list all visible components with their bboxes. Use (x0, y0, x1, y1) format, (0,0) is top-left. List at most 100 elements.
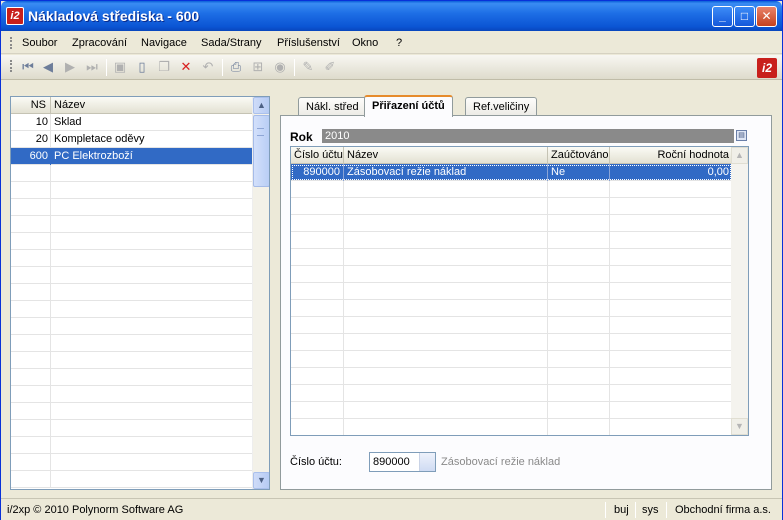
copy-icon[interactable]: ❐ (156, 59, 172, 75)
empty-row[interactable] (11, 165, 253, 182)
rok-field[interactable]: 2010 (322, 129, 734, 143)
tree-icon[interactable]: ⊞ (250, 59, 266, 75)
empty-row[interactable] (11, 199, 253, 216)
minimize-button[interactable]: _ (712, 6, 733, 27)
empty-cell (291, 351, 344, 368)
menu-help[interactable]: ? (396, 37, 402, 49)
column-header-nazev[interactable]: Název (344, 147, 548, 164)
menu-sada-strany[interactable]: Sada/Strany (201, 37, 262, 49)
column-header-ns[interactable]: NS (11, 97, 51, 114)
cost-center-list[interactable]: NS Název 10 Sklad 20 Kompletace oděvy 600 PC … (10, 96, 270, 490)
empty-row[interactable] (11, 454, 253, 471)
empty-row[interactable] (291, 419, 732, 435)
empty-row[interactable] (291, 215, 732, 232)
rok-picker-icon[interactable]: ▤ (736, 130, 747, 141)
column-header-cislo-uctu[interactable]: Číslo účtu (291, 147, 344, 164)
list-item[interactable]: 10 Sklad (11, 114, 253, 131)
empty-row[interactable] (11, 386, 253, 403)
empty-cell (344, 402, 548, 419)
empty-row[interactable] (291, 402, 732, 419)
empty-cell (344, 198, 548, 215)
last-record-icon[interactable]: ⏭ (84, 59, 100, 75)
empty-row[interactable] (11, 216, 253, 233)
print-icon[interactable]: ⎙ (228, 59, 244, 75)
empty-row[interactable] (11, 318, 253, 335)
empty-row[interactable] (291, 368, 732, 385)
tab-ref-veliciny[interactable]: Ref.veličiny (465, 97, 538, 116)
list-item[interactable]: 600 PC Elektrozboží (11, 148, 253, 165)
cislo-uctu-input[interactable]: 890000 (369, 452, 436, 472)
empty-row[interactable] (291, 283, 732, 300)
empty-row[interactable] (291, 334, 732, 351)
empty-row[interactable] (11, 369, 253, 386)
menu-okno[interactable]: Okno (352, 37, 378, 49)
empty-row[interactable] (291, 232, 732, 249)
empty-row[interactable] (11, 420, 253, 437)
empty-row[interactable] (11, 301, 253, 318)
empty-cell (52, 233, 252, 250)
column-header-name[interactable]: Název (52, 97, 252, 114)
empty-row[interactable] (291, 249, 732, 266)
app-logo-icon[interactable]: i2 (6, 7, 24, 25)
empty-row[interactable] (291, 317, 732, 334)
tab-prirazeni-uctu[interactable]: Přiřazení účtů (364, 95, 453, 117)
maximize-button[interactable]: □ (734, 6, 755, 27)
empty-row[interactable] (291, 300, 732, 317)
main-window: i2 Nákladová střediska - 600 _ □ ✕ Soubo… (0, 0, 783, 520)
empty-row[interactable] (291, 385, 732, 402)
menu-navigace[interactable]: Navigace (141, 37, 187, 49)
cislo-uctu-lookup-button[interactable] (419, 453, 435, 471)
empty-row[interactable] (291, 351, 732, 368)
empty-row[interactable] (11, 250, 253, 267)
empty-cell (610, 368, 732, 385)
accounts-grid[interactable]: Číslo účtu Název Zaúčtováno Roční hodnot… (290, 146, 749, 436)
next-record-icon[interactable]: ▶ (62, 59, 78, 75)
find-icon[interactable]: ◉ (272, 59, 288, 75)
scroll-down-button[interactable]: ▼ (253, 472, 269, 489)
menu-zpracovani[interactable]: Zpracování (72, 37, 127, 49)
empty-row[interactable] (291, 181, 732, 198)
prev-record-icon[interactable]: ◀ (40, 59, 56, 75)
empty-cell (11, 471, 51, 488)
undo-icon[interactable]: ↶ (200, 59, 216, 75)
tab-nakl-stred[interactable]: Nákl. střed (298, 97, 367, 116)
delete-icon[interactable]: ✕ (178, 59, 194, 75)
column-header-zauctovano[interactable]: Zaúčtováno (548, 147, 610, 164)
empty-row[interactable] (11, 437, 253, 454)
list-scrollbar[interactable]: ▲ ▼ (252, 97, 269, 489)
first-record-icon[interactable]: ⏮ (20, 59, 36, 75)
scroll-up-button[interactable]: ▲ (253, 97, 269, 114)
title-bar[interactable]: i2 Nákladová střediska - 600 _ □ ✕ (1, 1, 782, 31)
table-row[interactable]: 890000 Zásobovací režie náklad Ne 0,00 (291, 164, 732, 181)
menu-bar: Soubor Zpracování Navigace Sada/Strany P… (1, 32, 782, 54)
menu-grip[interactable] (10, 37, 12, 49)
scroll-down-button[interactable]: ▼ (731, 418, 748, 435)
edit-alt-icon[interactable]: ✐ (322, 59, 338, 75)
empty-row[interactable] (11, 284, 253, 301)
empty-cell (11, 233, 51, 250)
cell-rocni-hodnota: 0,00 (707, 166, 729, 178)
scroll-thumb[interactable] (253, 115, 269, 187)
empty-row[interactable] (291, 266, 732, 283)
empty-row[interactable] (11, 233, 253, 250)
empty-cell (548, 368, 610, 385)
empty-row[interactable] (11, 182, 253, 199)
empty-row[interactable] (11, 267, 253, 284)
scroll-up-button[interactable]: ▲ (731, 147, 748, 164)
menu-prislusenstvi[interactable]: Příslušenství (277, 37, 340, 49)
close-button[interactable]: ✕ (756, 6, 777, 27)
toolbar-grip[interactable] (10, 60, 12, 72)
empty-row[interactable] (11, 335, 253, 352)
empty-row[interactable] (11, 403, 253, 420)
column-header-rocni-hodnota[interactable]: Roční hodnota (610, 147, 732, 164)
save-icon[interactable]: ▣ (112, 59, 128, 75)
empty-row[interactable] (11, 352, 253, 369)
accounts-scrollbar[interactable]: ▲ ▼ (731, 147, 748, 435)
new-icon[interactable]: ▯ (134, 59, 150, 75)
empty-row[interactable] (291, 198, 732, 215)
edit-icon[interactable]: ✎ (300, 59, 316, 75)
list-item[interactable]: 20 Kompletace oděvy (11, 131, 253, 148)
empty-cell (610, 215, 732, 232)
empty-row[interactable] (11, 471, 253, 488)
menu-soubor[interactable]: Soubor (22, 37, 57, 49)
